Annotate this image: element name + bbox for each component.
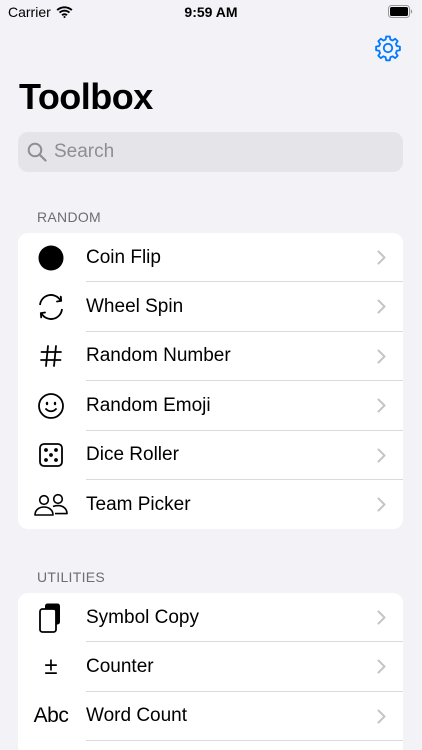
list-item-random-emoji[interactable]: Random Emoji [18,381,403,431]
chevron-right-icon [377,659,386,674]
list-item-label: Random Number [86,345,231,367]
section-header-random: RANDOM [37,209,102,225]
list-item-team-picker[interactable]: Team Picker [18,480,403,529]
wheel-spin-icon [33,282,69,331]
chevron-right-icon [377,398,386,413]
list-item-label: Word Count [86,705,188,727]
list-item-label: Counter [86,656,154,678]
dice-icon [33,431,69,480]
chevron-right-icon [377,448,386,463]
search-bar[interactable] [18,132,403,172]
people-icon [33,480,69,529]
copy-icon [33,593,69,642]
status-bar: Carrier 9:59 AM [0,0,422,24]
list-item-random-number[interactable]: Random Number [18,332,403,382]
number-sign-icon [33,332,69,381]
chevron-right-icon [377,250,386,265]
list-item-label: Symbol Copy [86,606,199,628]
section-header-utilities: UTILITIES [37,569,106,585]
chevron-right-icon [377,610,386,625]
abc-icon: Abc [33,704,69,728]
utilities-tools-list: Symbol Copy ± Counter Abc Word Count [18,593,403,750]
list-item-coin-flip[interactable]: Coin Flip [18,233,403,283]
list-item-label: Wheel Spin [86,296,184,318]
battery-icon [388,5,413,18]
list-item-label: Team Picker [86,493,191,515]
chevron-right-icon [377,349,386,364]
list-item-symbol-copy[interactable]: Symbol Copy [18,593,403,643]
row-separator [86,740,403,742]
list-item-dice-roller[interactable]: Dice Roller [18,431,403,480]
plus-minus-icon: ± [44,653,58,681]
chevron-right-icon [377,299,386,314]
list-item-label: Coin Flip [86,246,161,268]
smiley-icon [33,381,69,430]
list-item-label: Random Emoji [86,394,211,416]
chevron-right-icon [377,709,386,724]
gear-icon [375,35,401,62]
list-item-label: Dice Roller [86,444,179,466]
search-icon [27,142,47,162]
random-tools-list: Coin Flip Wheel Spin Random Number Rando… [18,233,403,530]
list-item-wheel-spin[interactable]: Wheel Spin [18,282,403,332]
list-item-counter[interactable]: ± Counter [18,642,403,692]
coin-icon [33,233,69,282]
list-item-word-count[interactable]: Abc Word Count [18,692,403,742]
settings-button[interactable] [374,34,402,62]
chevron-right-icon [377,497,386,512]
search-input[interactable] [54,132,384,172]
page-title: Toolbox [19,76,153,117]
status-time: 9:59 AM [184,4,238,20]
